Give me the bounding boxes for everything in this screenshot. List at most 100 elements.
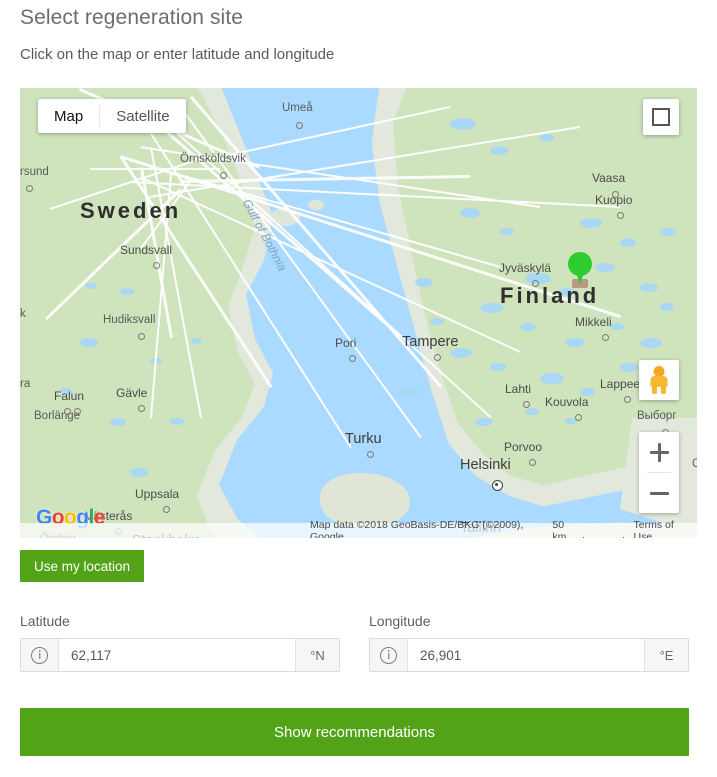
map-city-dot bbox=[64, 408, 71, 415]
map-capital-dot bbox=[492, 480, 503, 491]
map-city-dot bbox=[296, 122, 303, 129]
map-city-label: Vaasa bbox=[592, 171, 626, 185]
map-lake bbox=[400, 388, 420, 397]
latitude-label: Latitude bbox=[20, 613, 70, 629]
map-lake bbox=[450, 118, 476, 130]
map-lake bbox=[170, 418, 184, 425]
map-city-label: Örnsköldsvik bbox=[180, 153, 246, 165]
longitude-input-group[interactable]: °E bbox=[369, 638, 689, 672]
map-city-label: Sundsvall bbox=[120, 243, 173, 257]
map-city-dot bbox=[617, 212, 624, 219]
zoom-out-button[interactable] bbox=[639, 473, 679, 513]
map-city-label: Tampere bbox=[402, 334, 459, 350]
fullscreen-icon[interactable] bbox=[643, 99, 679, 135]
map-lake bbox=[120, 288, 134, 295]
map-city-dot bbox=[163, 506, 170, 513]
map-city-label: rsund bbox=[20, 166, 49, 178]
map-lake bbox=[595, 263, 615, 272]
map-container[interactable]: Sweden Finland Umeå Örnsköldsvik rsund Vaasa K… bbox=[20, 88, 697, 538]
street-view-control[interactable] bbox=[639, 360, 679, 400]
pegman-icon bbox=[648, 366, 670, 394]
terms-of-use-link[interactable]: Terms of Use bbox=[634, 519, 691, 539]
island-small-c bbox=[308, 200, 324, 210]
longitude-input[interactable] bbox=[408, 639, 644, 671]
map-city-dot bbox=[220, 172, 227, 179]
page-title: Select regeneration site bbox=[20, 6, 244, 29]
map-lake bbox=[490, 146, 508, 155]
select-regeneration-site-page: Select regeneration site Click on the ma… bbox=[0, 0, 717, 777]
map-country-label: Sweden bbox=[80, 198, 182, 223]
map-lake bbox=[540, 373, 564, 384]
longitude-unit: °E bbox=[644, 639, 688, 671]
map-lake bbox=[640, 338, 662, 348]
map-lake bbox=[620, 238, 636, 247]
map-lake bbox=[660, 228, 676, 236]
map-lake bbox=[190, 338, 202, 344]
map-lake bbox=[430, 318, 444, 325]
map-city-label: Выборг bbox=[637, 410, 677, 422]
map-city-label: Jyväskylä bbox=[499, 261, 552, 275]
map-lake bbox=[620, 363, 638, 372]
map-attribution-bar: Map data ©2018 GeoBasis-DE/BKG (©2009), … bbox=[20, 519, 697, 538]
fullscreen-corner-bl bbox=[652, 117, 661, 126]
fullscreen-corner-br bbox=[661, 117, 670, 126]
pegman-leg-right bbox=[661, 385, 666, 394]
map-lake bbox=[490, 363, 506, 371]
fullscreen-corner-tl bbox=[652, 108, 661, 117]
map-lake bbox=[540, 134, 554, 142]
map-city-dot bbox=[624, 396, 631, 403]
map-lake bbox=[415, 278, 433, 287]
zoom-in-button[interactable] bbox=[639, 432, 679, 472]
map-city-dot bbox=[138, 405, 145, 412]
map-lake bbox=[130, 468, 148, 477]
pegman-leg-left bbox=[652, 385, 657, 394]
zoom-control[interactable] bbox=[639, 432, 679, 513]
map-lake bbox=[110, 418, 126, 426]
map-lake bbox=[565, 338, 585, 347]
map-city-dot bbox=[575, 414, 582, 421]
map-city-label: Uppsala bbox=[135, 487, 180, 501]
info-icon[interactable] bbox=[31, 646, 48, 664]
map-city-dot bbox=[153, 262, 160, 269]
map-lake bbox=[80, 338, 98, 347]
show-recommendations-button[interactable]: Show recommendations bbox=[20, 708, 689, 756]
map-city-label: Porvoo bbox=[504, 440, 543, 454]
map-city-label: Kuopio bbox=[595, 193, 633, 207]
map-city-label: Helsinki bbox=[460, 457, 511, 473]
map-type-control[interactable]: Map Satellite bbox=[38, 99, 186, 133]
map-canvas[interactable]: Sweden Finland Umeå Örnsköldsvik rsund Vaasa K… bbox=[20, 88, 697, 538]
latitude-unit: °N bbox=[295, 639, 339, 671]
map-city-dot bbox=[523, 401, 530, 408]
map-city-dot bbox=[529, 459, 536, 466]
map-city-label: Umeå bbox=[282, 102, 313, 114]
longitude-info-addon[interactable] bbox=[370, 639, 408, 671]
map-lake bbox=[85, 283, 97, 289]
map-city-dot bbox=[602, 334, 609, 341]
map-city-dot bbox=[367, 451, 374, 458]
latitude-info-addon[interactable] bbox=[21, 639, 59, 671]
map-lake bbox=[660, 303, 674, 311]
latitude-input-group[interactable]: °N bbox=[20, 638, 340, 672]
map-lake bbox=[520, 323, 536, 331]
map-city-label: Falun bbox=[54, 389, 85, 403]
info-icon[interactable] bbox=[380, 646, 397, 664]
marker-pin bbox=[568, 252, 592, 276]
map-lake bbox=[525, 408, 539, 415]
map-type-satellite-button[interactable]: Satellite bbox=[100, 99, 185, 133]
use-my-location-button[interactable]: Use my location bbox=[20, 550, 145, 582]
latitude-input[interactable] bbox=[59, 639, 295, 671]
map-type-map-button[interactable]: Map bbox=[38, 99, 99, 133]
map-city-label: k bbox=[20, 308, 26, 320]
map-city-label: Pori bbox=[335, 336, 357, 350]
map-city-label: C bbox=[692, 458, 697, 470]
map-city-label: Lahti bbox=[505, 382, 532, 396]
map-city-dot bbox=[532, 280, 539, 287]
map-city-label: Lappee bbox=[600, 377, 641, 391]
map-marker-icon[interactable] bbox=[568, 252, 592, 288]
map-scale: 50 km bbox=[552, 519, 624, 538]
map-city-label: Hudiksvall bbox=[103, 314, 156, 326]
map-city-label: ra bbox=[20, 378, 31, 390]
map-city-label: Turku bbox=[345, 431, 382, 447]
island-small-a bbox=[360, 498, 386, 512]
map-lake bbox=[640, 283, 658, 292]
